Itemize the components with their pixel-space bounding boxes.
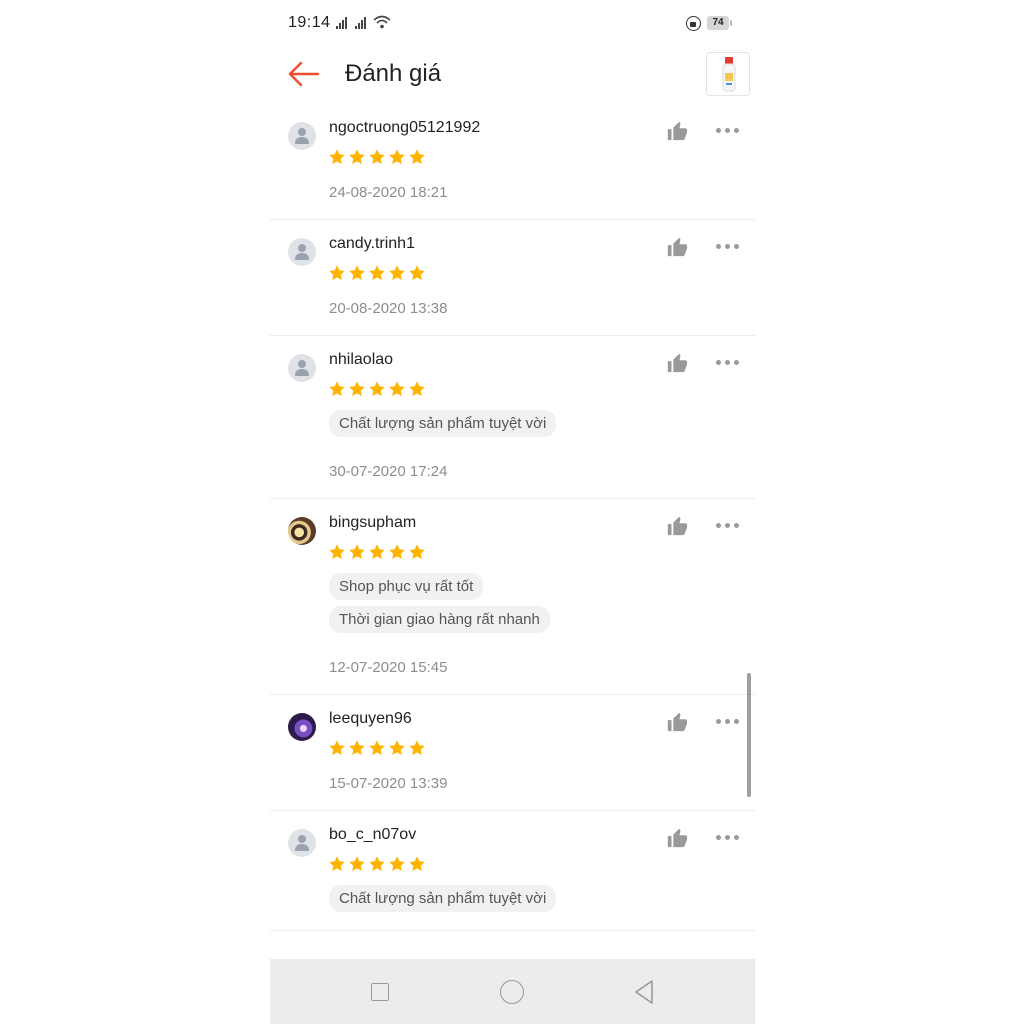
review-username: candy.trinh1	[329, 235, 415, 252]
review-item: ngoctruong05121992 24-08-2020 18:21	[270, 104, 755, 220]
rating-stars	[328, 855, 755, 875]
review-username: bo_c_n07ov	[329, 826, 417, 843]
review-tags: Chất lượng sản phẩm tuyệt vời	[270, 410, 755, 437]
system-navigation-bar	[270, 959, 755, 1024]
avatar[interactable]	[288, 238, 316, 266]
review-tags: Chất lượng sản phẩm tuyệt vời	[270, 885, 755, 912]
review-username: ngoctruong05121992	[329, 119, 481, 136]
star-icon	[368, 855, 386, 873]
star-icon	[348, 739, 366, 757]
review-tags: Shop phục vụ rất tốt Thời gian giao hàng …	[270, 573, 755, 633]
star-icon	[368, 380, 386, 398]
page-title: Đánh giá	[345, 60, 442, 87]
status-bar: 19:14 74	[270, 0, 755, 48]
review-item: bo_c_n07ov Chất lượng sản phẩm tuyệt vời	[270, 811, 755, 931]
review-date: 24-08-2020 18:21	[329, 184, 448, 201]
review-username: bingsupham	[329, 514, 417, 531]
star-icon	[408, 543, 426, 561]
battery-icon: 74	[707, 16, 732, 30]
star-icon	[388, 739, 406, 757]
more-horizontal-icon[interactable]	[716, 128, 740, 134]
star-icon	[388, 543, 406, 561]
review-list: ngoctruong05121992 24-08-2020 18:21 candy.…	[270, 104, 755, 931]
review-item: nhilaolao Chất lượng sản phẩm tuyệt vời 30…	[270, 336, 755, 499]
product-bottle-icon	[722, 57, 736, 92]
header: Đánh giá	[270, 48, 755, 104]
rotation-lock-icon	[686, 16, 701, 31]
thumbs-up-icon[interactable]	[666, 827, 688, 849]
review-tag: Thời gian giao hàng rất nhanh	[329, 606, 550, 633]
more-horizontal-icon[interactable]	[716, 835, 740, 841]
avatar[interactable]	[288, 354, 316, 382]
review-tag: Chất lượng sản phẩm tuyệt vời	[329, 410, 557, 437]
thumbs-up-icon[interactable]	[666, 515, 688, 537]
review-date: 30-07-2020 17:24	[329, 463, 448, 480]
star-icon	[388, 148, 406, 166]
thumbs-up-icon[interactable]	[666, 352, 688, 374]
status-time: 19:14	[288, 14, 331, 31]
star-icon	[368, 264, 386, 282]
home-button[interactable]	[500, 980, 524, 1004]
signal-icon-2	[355, 17, 369, 29]
star-icon	[328, 264, 346, 282]
star-icon	[408, 148, 426, 166]
avatar[interactable]	[288, 122, 316, 150]
more-horizontal-icon[interactable]	[716, 523, 740, 529]
review-date: 15-07-2020 13:39	[329, 775, 448, 792]
nav-back-button[interactable]	[632, 979, 656, 1005]
star-icon	[388, 264, 406, 282]
review-username: nhilaolao	[329, 351, 394, 368]
star-icon	[408, 264, 426, 282]
star-icon	[328, 148, 346, 166]
review-date: 20-08-2020 13:38	[329, 300, 448, 317]
star-icon	[368, 739, 386, 757]
star-icon	[348, 543, 366, 561]
review-username: leequyen96	[329, 710, 412, 727]
avatar[interactable]	[288, 829, 316, 857]
product-thumbnail[interactable]	[706, 52, 750, 96]
star-icon	[368, 543, 386, 561]
star-icon	[348, 148, 366, 166]
review-tag: Shop phục vụ rất tốt	[329, 573, 484, 600]
star-icon	[408, 380, 426, 398]
avatar[interactable]	[288, 713, 316, 741]
recent-apps-button[interactable]	[371, 983, 389, 1001]
rating-stars	[328, 264, 755, 284]
star-icon	[328, 855, 346, 873]
thumbs-up-icon[interactable]	[666, 120, 688, 142]
thumbs-up-icon[interactable]	[666, 711, 688, 733]
review-item: candy.trinh1 20-08-2020 13:38	[270, 220, 755, 336]
arrow-left-icon[interactable]	[286, 58, 322, 90]
more-horizontal-icon[interactable]	[716, 719, 740, 725]
rating-stars	[328, 739, 755, 759]
more-horizontal-icon[interactable]	[716, 244, 740, 250]
star-icon	[388, 855, 406, 873]
phone-screen: 19:14 74 Đánh giá ngoctruong05121992 24-…	[270, 0, 755, 1024]
review-tag: Chất lượng sản phẩm tuyệt vời	[329, 885, 557, 912]
star-icon	[328, 739, 346, 757]
avatar[interactable]	[288, 517, 316, 545]
star-icon	[348, 855, 366, 873]
star-icon	[408, 739, 426, 757]
thumbs-up-icon[interactable]	[666, 236, 688, 258]
more-horizontal-icon[interactable]	[716, 360, 740, 366]
star-icon	[368, 148, 386, 166]
signal-icon	[336, 17, 350, 29]
star-icon	[348, 380, 366, 398]
wifi-icon	[373, 15, 391, 29]
review-item: leequyen96 15-07-2020 13:39	[270, 695, 755, 811]
rating-stars	[328, 380, 755, 400]
star-icon	[348, 264, 366, 282]
star-icon	[388, 380, 406, 398]
rating-stars	[328, 543, 755, 563]
star-icon	[408, 855, 426, 873]
review-item: bingsupham Shop phục vụ rất tốt Thời gian …	[270, 499, 755, 695]
scrollbar[interactable]	[747, 673, 751, 797]
star-icon	[328, 380, 346, 398]
review-date: 12-07-2020 15:45	[329, 659, 448, 676]
rating-stars	[328, 148, 755, 168]
star-icon	[328, 543, 346, 561]
